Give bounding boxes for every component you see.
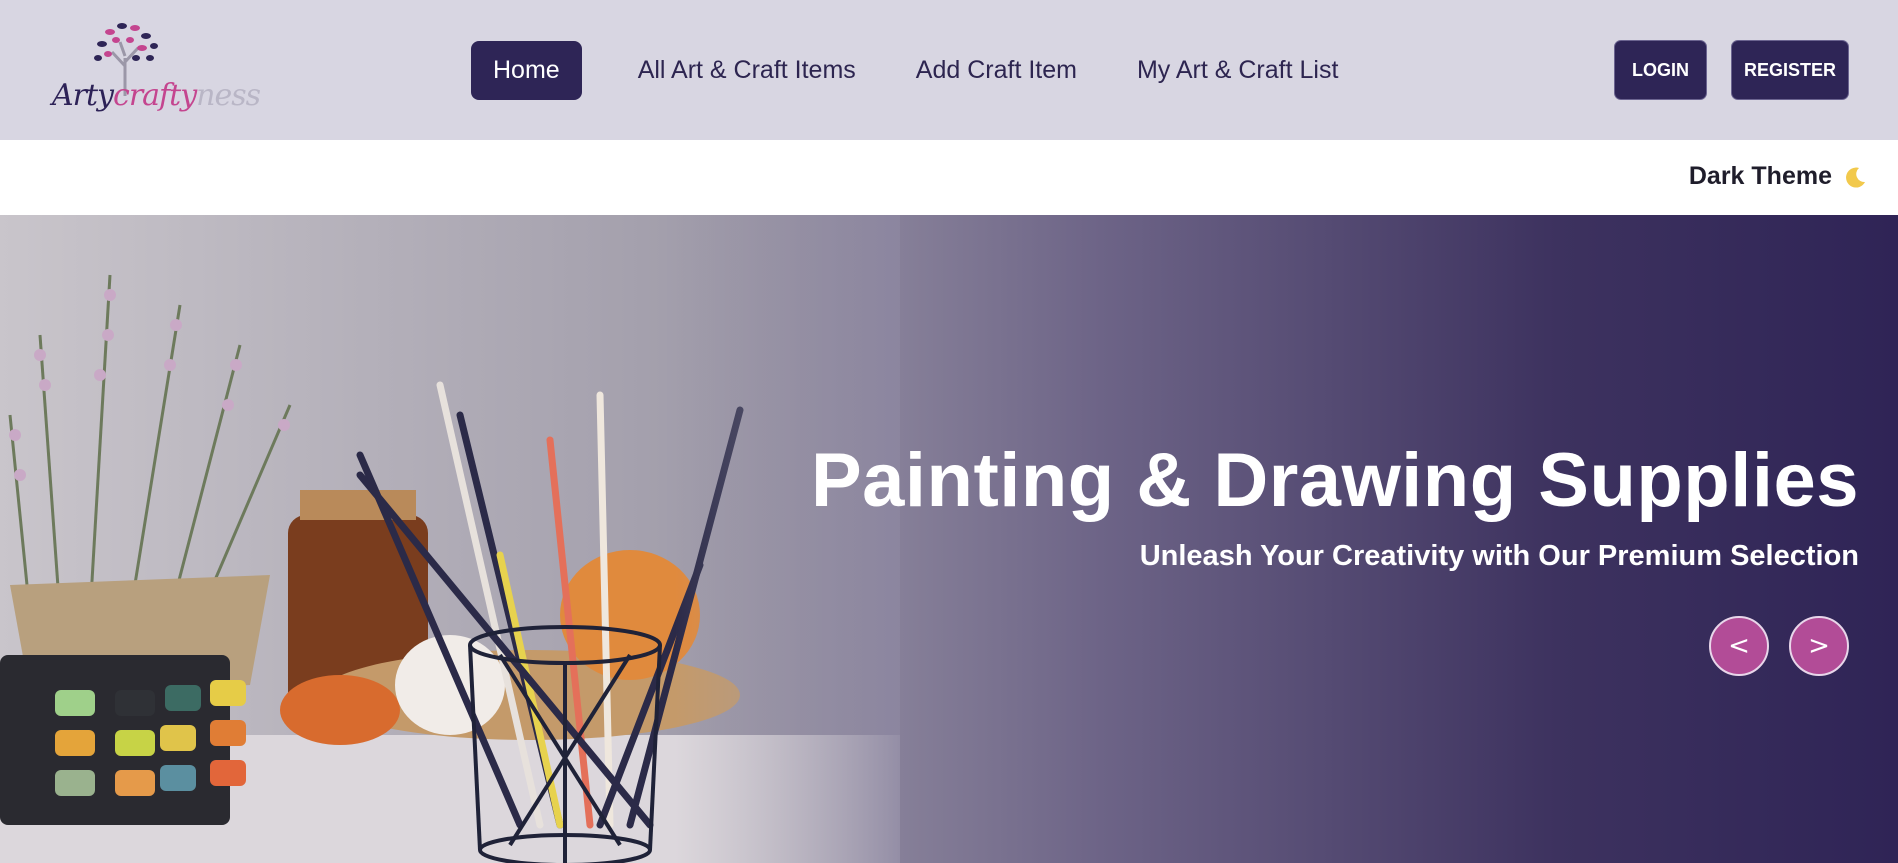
main-nav: Home All Art & Craft Items Add Craft Ite… — [471, 41, 1360, 100]
theme-bar: Dark Theme — [0, 140, 1898, 215]
art-supplies-image — [0, 215, 900, 863]
logo-text-part2: crafty — [113, 78, 197, 113]
hero-banner: Painting & Drawing Supplies Unleash Your… — [0, 215, 1898, 863]
dark-theme-label: Dark Theme — [1688, 162, 1832, 190]
hero-subtitle: Unleash Your Creativity with Our Premium… — [1139, 540, 1859, 572]
login-button[interactable]: LOGIN — [1614, 40, 1707, 100]
logo-text-part1: Arty — [52, 78, 114, 113]
site-logo[interactable]: Artycraftyness — [52, 18, 261, 118]
carousel-prev-button[interactable]: < — [1709, 616, 1769, 676]
nav-my-art-craft-list[interactable]: My Art & Craft List — [1115, 41, 1360, 100]
moon-icon — [1846, 167, 1865, 188]
nav-home[interactable]: Home — [471, 41, 582, 100]
carousel-next-button[interactable]: > — [1789, 616, 1849, 676]
register-button[interactable]: REGISTER — [1731, 40, 1849, 100]
logo-text-part3: ness — [196, 78, 261, 113]
hero-title: Painting & Drawing Supplies — [810, 438, 1859, 523]
nav-all-art-craft-items[interactable]: All Art & Craft Items — [616, 41, 878, 100]
dark-theme-toggle[interactable]: Dark Theme — [1689, 162, 1868, 191]
logo-wordmark: Artycraftyness — [52, 78, 261, 113]
nav-add-craft-item[interactable]: Add Craft Item — [894, 41, 1099, 100]
navbar: Artycraftyness Home All Art & Craft Item… — [0, 0, 1898, 140]
